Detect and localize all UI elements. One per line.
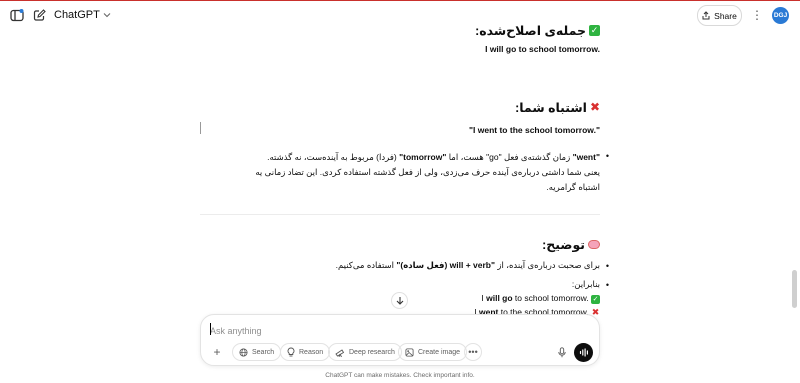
example-correct-bold: will go	[486, 293, 513, 303]
page-scrollbar-thumb[interactable]	[792, 270, 797, 308]
example-correct-post: to school tomorrow.	[512, 293, 589, 303]
search-label: Search	[252, 348, 275, 356]
model-label: ChatGPT	[54, 9, 100, 21]
mistake-quote: "I went to the school tomorrow."	[469, 125, 600, 135]
mistake-heading-text: اشتباه شما:	[515, 101, 587, 115]
deep-research-button[interactable]: Deep research	[328, 343, 402, 361]
corrected-heading: ✓ جمله‌ی اصلاح‌شده:	[475, 23, 600, 38]
mistake-text-1: زمان گذشته‌ی فعل "go" هست، اما	[446, 152, 573, 162]
explain-item-1: برای صحبت درباره‌ی آینده، از "will + ver…	[336, 260, 600, 271]
more-tools-button[interactable]: •••	[464, 343, 482, 361]
deep-research-label: Deep research	[349, 348, 395, 356]
explain-heading: توضیح:	[542, 237, 600, 252]
composer: + Search Reason Deep research Create ima…	[200, 314, 600, 366]
share-icon	[702, 11, 710, 20]
reason-label: Reason	[299, 348, 324, 356]
cross-mark-emoji-icon: ✖	[589, 100, 600, 114]
list-bullet: •	[605, 280, 609, 290]
create-image-label: Create image	[418, 348, 461, 356]
list-bullet: •	[605, 261, 609, 271]
sidebar-toggle-button[interactable]	[9, 7, 25, 23]
create-image-button[interactable]: Create image	[398, 343, 468, 361]
mistake-text-3: یعنی شما داشتی درباره‌ی آینده حرف می‌زدی…	[255, 167, 600, 192]
chevron-down-icon	[103, 13, 111, 18]
voice-mode-icon	[579, 348, 588, 357]
corrected-heading-text: جمله‌ی اصلاح‌شده:	[475, 24, 586, 38]
speech-bubble-emoji-icon	[588, 240, 600, 249]
check-mark-emoji-icon: ✓	[591, 295, 600, 304]
section-divider	[200, 214, 600, 215]
explain-text-2: استفاده می‌کنیم.	[335, 260, 397, 270]
blockquote-bar	[200, 122, 201, 134]
mistake-explanation: "went" زمان گذشته‌ی فعل "go" هست، اما "t…	[235, 150, 600, 195]
model-selector[interactable]: ChatGPT	[54, 9, 111, 21]
prompt-input[interactable]	[210, 324, 540, 337]
attach-button[interactable]: +	[208, 343, 226, 361]
mistake-text-2: (فردا) مربوط به آینده‌ست، نه گذشته.	[267, 152, 400, 162]
mistake-heading: ✖ اشتباه شما:	[515, 100, 600, 115]
corrected-sentence: I will go to school tomorrow.	[485, 44, 600, 54]
search-button[interactable]: Search	[232, 343, 282, 361]
mic-icon	[558, 346, 566, 357]
tomorrow-term: "tomorrow"	[399, 152, 447, 162]
disclaimer-footer: ChatGPT can make mistakes. Check importa…	[325, 372, 475, 379]
image-icon	[405, 347, 414, 357]
dictate-button[interactable]	[556, 346, 568, 358]
explain-heading-text: توضیح:	[542, 238, 585, 252]
reason-button[interactable]: Reason	[280, 343, 331, 361]
plus-icon: +	[213, 345, 221, 359]
scroll-to-bottom-button[interactable]	[391, 292, 408, 309]
list-bullet: •	[605, 151, 609, 161]
new-chat-button[interactable]	[31, 7, 47, 23]
sidebar-toggle-icon	[10, 8, 24, 21]
lightbulb-icon	[287, 347, 295, 357]
new-chat-icon	[33, 8, 46, 21]
example-correct: I will go to school tomorrow. ✓	[481, 293, 600, 304]
explain-text-1: برای صحبت درباره‌ی آینده، از	[495, 260, 600, 270]
telescope-icon	[335, 348, 345, 357]
arrow-down-icon	[396, 297, 403, 305]
more-options-button[interactable]: ⋮	[751, 8, 763, 24]
explain-item-2-label: بنابراین:	[571, 279, 600, 289]
voice-mode-button[interactable]	[574, 343, 593, 362]
share-label: Share	[714, 10, 737, 21]
will-verb-term: "will + verb (فعل ساده)"	[396, 260, 496, 270]
check-mark-emoji-icon: ✓	[589, 25, 600, 36]
went-term: "went"	[572, 152, 600, 162]
share-button[interactable]: Share	[697, 5, 742, 26]
more-horizontal-icon: •••	[468, 347, 478, 357]
globe-icon	[239, 347, 248, 357]
avatar[interactable]: DGJ	[772, 7, 789, 24]
text-caret	[210, 323, 211, 335]
avatar-initials: DGJ	[773, 12, 788, 19]
more-vertical-icon: ⋮	[751, 8, 763, 22]
